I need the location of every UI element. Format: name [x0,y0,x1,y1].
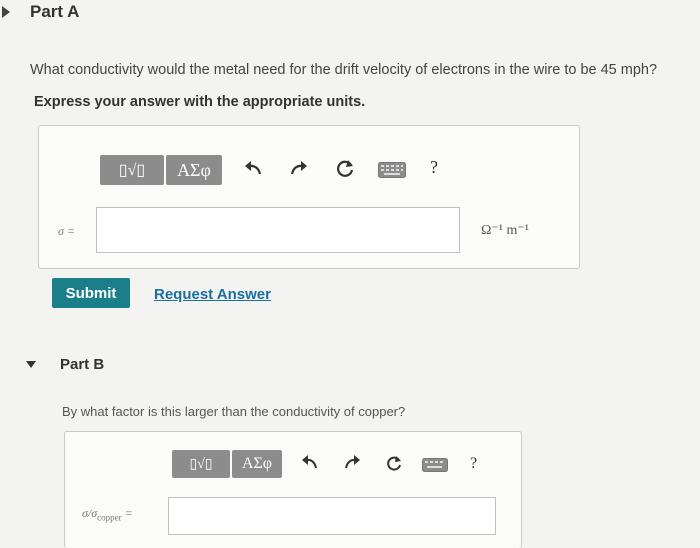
help-button[interactable]: ? [430,157,438,178]
sigma-label: σ = [58,224,76,238]
collapse-caret-icon[interactable] [2,6,10,18]
part-b-title: Part B [60,356,105,373]
keyboard-icon[interactable] [378,162,406,178]
expand-caret-icon[interactable] [26,361,36,369]
redo-icon[interactable] [288,160,310,180]
greek-symbols-button[interactable]: ΑΣφ [166,155,222,185]
part-a-question: What conductivity would the metal need f… [30,62,658,78]
keyboard-icon[interactable] [422,458,448,472]
part-a-title: Part A [30,2,80,21]
units-label: Ω⁻¹ m⁻¹ [481,223,529,238]
reset-icon[interactable] [334,158,356,180]
request-answer-link[interactable]: Request Answer [154,286,271,303]
templates-icon: ▯√▯ [189,456,213,472]
greek-symbols-button-b[interactable]: ΑΣφ [232,450,282,478]
ratio-input[interactable] [168,497,496,535]
templates-button-b[interactable]: ▯√▯ [172,450,230,478]
greek-letters-icon: ΑΣφ [241,455,273,472]
undo-icon[interactable] [242,160,264,180]
redo-icon[interactable] [342,455,362,473]
submit-button[interactable]: Submit [52,278,130,308]
conductivity-input[interactable] [96,207,460,253]
templates-button[interactable]: ▯√▯ [100,155,164,185]
greek-letters-icon: ΑΣφ [177,159,211,180]
ratio-label: σ/σcopper = [82,506,133,523]
undo-icon[interactable] [300,455,320,473]
templates-icon: ▯√▯ [118,162,146,179]
reset-icon[interactable] [384,454,404,474]
part-a-instruction: Express your answer with the appropriate… [34,94,366,110]
part-b-question: By what factor is this larger than the c… [62,404,406,419]
help-button-b[interactable]: ? [470,455,477,473]
